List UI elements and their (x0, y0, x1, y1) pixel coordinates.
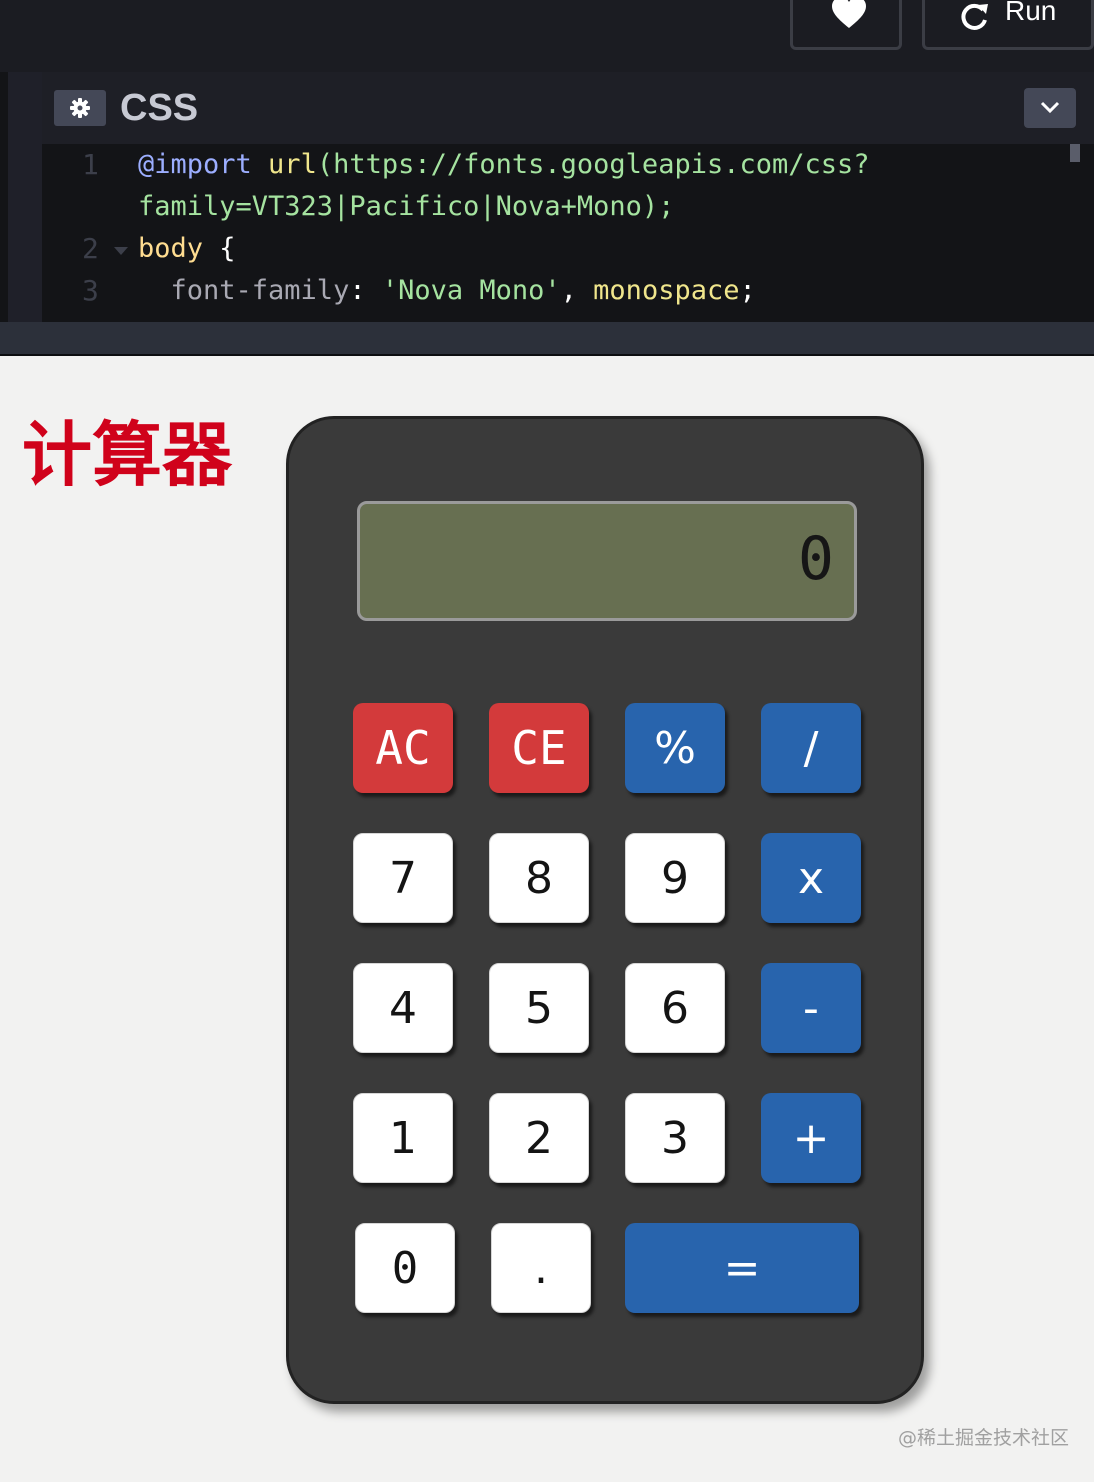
key-percent[interactable]: % (625, 703, 725, 793)
key-4[interactable]: 4 (353, 963, 453, 1053)
collapse-button[interactable] (1024, 88, 1076, 128)
code-token: monospace (593, 275, 740, 306)
watermark: @稀土掘金技术社区 (898, 1427, 1070, 1449)
key-5[interactable]: 5 (489, 963, 589, 1053)
key-multiply[interactable]: x (761, 833, 861, 923)
key-ce[interactable]: CE (489, 703, 589, 793)
code-line: @import url(https://fonts.googleapis.com… (138, 144, 870, 186)
heart-icon (832, 0, 866, 28)
code-area[interactable]: 1 2 3 @import url(https://fonts.googleap… (42, 144, 1094, 322)
key-3[interactable]: 3 (625, 1093, 725, 1183)
line-number: 2 (82, 232, 99, 265)
key-2[interactable]: 2 (489, 1093, 589, 1183)
code-line: body { (138, 228, 236, 270)
run-button[interactable]: Run (922, 0, 1094, 50)
key-divide[interactable]: / (761, 703, 861, 793)
run-label: Run (1005, 0, 1057, 26)
line-number: 3 (82, 274, 99, 307)
key-minus[interactable]: - (761, 963, 861, 1053)
editor-bottom-bar (0, 322, 1094, 356)
display-value: 0 (797, 524, 834, 594)
key-plus[interactable]: + (761, 1093, 861, 1183)
code-token: { (203, 233, 236, 264)
key-8[interactable]: 8 (489, 833, 589, 923)
calculator-display: 0 (357, 501, 857, 621)
key-1[interactable]: 1 (353, 1093, 453, 1183)
code-line: family=VT323|Pacifico|Nova+Mono); (138, 186, 674, 228)
fold-arrow-icon[interactable] (114, 247, 128, 255)
key-ac[interactable]: AC (353, 703, 453, 793)
calculator: 0 AC CE % / 7 8 9 x 4 5 6 - 1 2 3 + 0 . … (286, 416, 924, 1404)
editor-header: CSS (42, 72, 1094, 144)
code-token: @import (138, 149, 252, 180)
gear-icon (70, 98, 90, 118)
page-heading: 计算器 (22, 414, 232, 496)
code-token: ; (739, 275, 756, 306)
key-6[interactable]: 6 (625, 963, 725, 1053)
settings-button[interactable] (54, 90, 106, 126)
key-7[interactable]: 7 (353, 833, 453, 923)
key-decimal[interactable]: . (491, 1223, 591, 1313)
key-0[interactable]: 0 (355, 1223, 455, 1313)
code-token: : (349, 275, 382, 306)
code-line: font-family: 'Nova Mono', monospace; (138, 270, 756, 312)
code-token: (https://fonts.googleapis.com/css? (316, 149, 870, 180)
code-token: body (138, 233, 204, 264)
code-token: 'Nova Mono' (381, 275, 561, 306)
code-token: font-family (138, 275, 350, 306)
code-token: url (251, 149, 317, 180)
panel-title: CSS (120, 87, 199, 129)
css-editor-panel: CSS 1 2 3 @import url(https://fonts.goog… (0, 72, 1094, 322)
top-toolbar: Run (0, 0, 1094, 72)
editor-scrollbar[interactable] (1070, 144, 1080, 162)
key-equals[interactable]: = (625, 1223, 859, 1313)
love-button[interactable] (790, 0, 902, 50)
chevron-down-icon (1040, 101, 1060, 114)
refresh-icon (961, 3, 988, 30)
editor-resize-strip[interactable] (8, 72, 42, 322)
line-number: 1 (82, 148, 99, 181)
key-9[interactable]: 9 (625, 833, 725, 923)
code-token: , (560, 275, 594, 306)
code-token: family=VT323|Pacifico|Nova+Mono); (138, 191, 675, 222)
